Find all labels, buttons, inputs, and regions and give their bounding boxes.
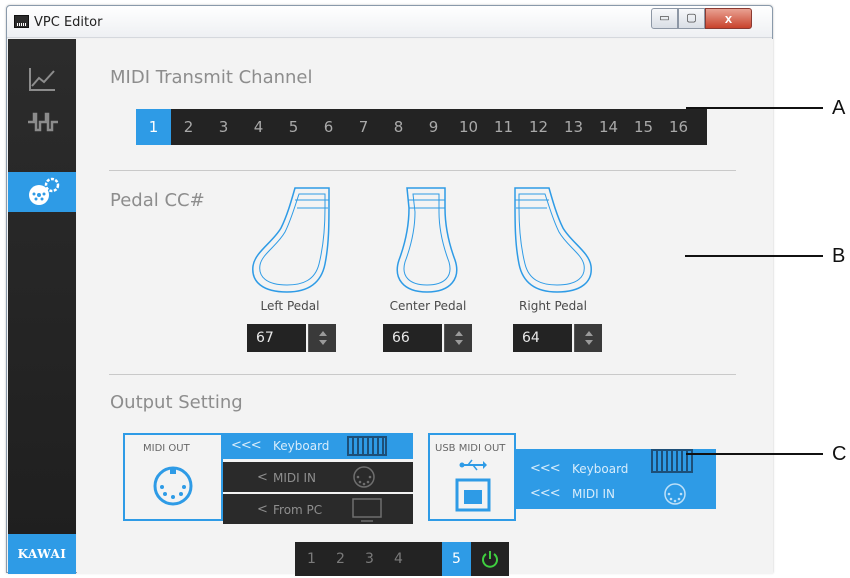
title-bar: VPC Editor ▭ ▢ x [7,6,772,38]
page-button[interactable]: 2 [326,542,355,576]
center-pedal-cc-value[interactable]: 66 [383,324,442,352]
route-label: Keyboard [273,439,330,453]
channel-button[interactable]: 8 [381,109,416,145]
center-pedal-stepper[interactable] [444,324,472,352]
channel-button[interactable]: 14 [591,109,626,145]
midi-out-label: MIDI OUT [143,443,190,454]
center-pedal-label: Center Pedal [389,299,467,313]
piano-app-icon [14,15,29,28]
graph-icon [29,68,55,91]
page-selector: 1 2 3 4 5 [295,542,509,576]
midi-settings-icon [29,177,60,205]
kawai-logo: KAWAI [8,534,76,574]
callout-b: B [832,245,846,267]
midi-port-icon [353,466,375,488]
app-window: VPC Editor ▭ ▢ x KAWAI MIDI Transmit Cha… [6,5,773,576]
channel-button[interactable]: 15 [626,109,661,145]
channel-button[interactable]: 11 [486,109,521,145]
route-label: MIDI IN [273,471,317,485]
channel-button[interactable]: 9 [416,109,451,145]
channel-selector: 1 2 3 4 5 6 7 8 9 10 11 12 13 14 15 16 [136,109,707,145]
right-pedal-icon [514,187,592,293]
callout-line-a [686,107,823,109]
pedal-cc-title: Pedal CC# [110,190,205,211]
page-button-selected[interactable]: 5 [442,542,471,576]
right-pedal-stepper[interactable] [574,324,602,352]
midi-port-icon [664,483,686,505]
usb-icon [459,459,487,471]
route-arrow: < [257,502,268,517]
callout-line-c [686,453,823,455]
divider [109,374,736,375]
channel-button[interactable]: 12 [521,109,556,145]
route-arrow: <<< [530,461,561,476]
close-button[interactable]: x [705,8,752,29]
output-setting-title: Output Setting [110,392,243,413]
channel-button[interactable]: 10 [451,109,486,145]
usb-source-keyboard[interactable]: Keyboard [572,462,628,476]
minimize-button[interactable]: ▭ [651,8,678,29]
route-arrow: <<< [231,438,262,453]
left-pedal-label: Left Pedal [260,299,320,313]
monitor-icon [352,498,382,522]
right-pedal-cc-value[interactable]: 64 [513,324,572,352]
route-arrow: < [257,470,268,485]
usb-midi-out-label: USB MIDI OUT [435,443,506,454]
usb-port-icon [455,478,491,512]
route-label: From PC [273,503,323,517]
midi-out-box: MIDI OUT [123,433,223,521]
maximize-button[interactable]: ▢ [678,8,705,29]
midi-transmit-title: MIDI Transmit Channel [110,67,313,88]
power-icon [481,551,498,568]
channel-button[interactable]: 4 [241,109,276,145]
channel-button[interactable]: 3 [206,109,241,145]
settings-panel: MIDI Transmit Channel 1 2 3 4 5 6 7 8 9 … [77,39,773,576]
left-pedal-cc-value[interactable]: 67 [247,324,306,352]
divider [109,170,736,171]
left-pedal-icon [252,187,330,293]
usb-source-midi-in[interactable]: MIDI IN [572,487,615,501]
channel-button[interactable]: 5 [276,109,311,145]
midi-out-source-midi-in[interactable]: < MIDI IN [223,462,413,492]
channel-button[interactable]: 13 [556,109,591,145]
screenshot-stage: VPC Editor ▭ ▢ x KAWAI MIDI Transmit Cha… [0,0,850,578]
page-button[interactable]: 4 [384,542,413,576]
waveform-icon [28,112,58,132]
right-pedal-label: Right Pedal [519,299,587,313]
left-pedal-stepper[interactable] [308,324,336,352]
route-arrow: <<< [530,486,561,501]
center-pedal-icon [396,187,458,293]
midi-port-icon [153,466,193,506]
channel-button[interactable]: 6 [311,109,346,145]
power-button[interactable] [475,542,504,576]
page-button[interactable]: 3 [355,542,384,576]
sidebar: KAWAI [8,39,76,574]
usb-midi-out-sources: <<< Keyboard <<< MIDI IN [516,449,716,509]
window-title: VPC Editor [34,15,103,30]
channel-button[interactable]: 1 [136,109,171,145]
callout-c: C [832,443,847,465]
sidebar-item-graph[interactable] [8,59,76,99]
keyboard-icon [347,436,387,456]
channel-button[interactable]: 2 [171,109,206,145]
channel-button[interactable]: 16 [661,109,696,145]
midi-out-source-keyboard[interactable]: <<< Keyboard [223,433,413,459]
midi-out-source-from-pc[interactable]: < From PC [223,494,413,524]
usb-midi-out-box: USB MIDI OUT [428,433,516,521]
sidebar-item-waveform[interactable] [8,101,76,141]
callout-a: A [832,97,846,119]
center-pedal-cc-spinner: 66 [383,324,472,352]
callout-line-b [685,255,823,257]
right-pedal-cc-spinner: 64 [513,324,602,352]
left-pedal-cc-spinner: 67 [247,324,336,352]
page-button[interactable]: 1 [297,542,326,576]
sidebar-item-midi-settings[interactable] [8,172,76,212]
channel-button[interactable]: 7 [346,109,381,145]
